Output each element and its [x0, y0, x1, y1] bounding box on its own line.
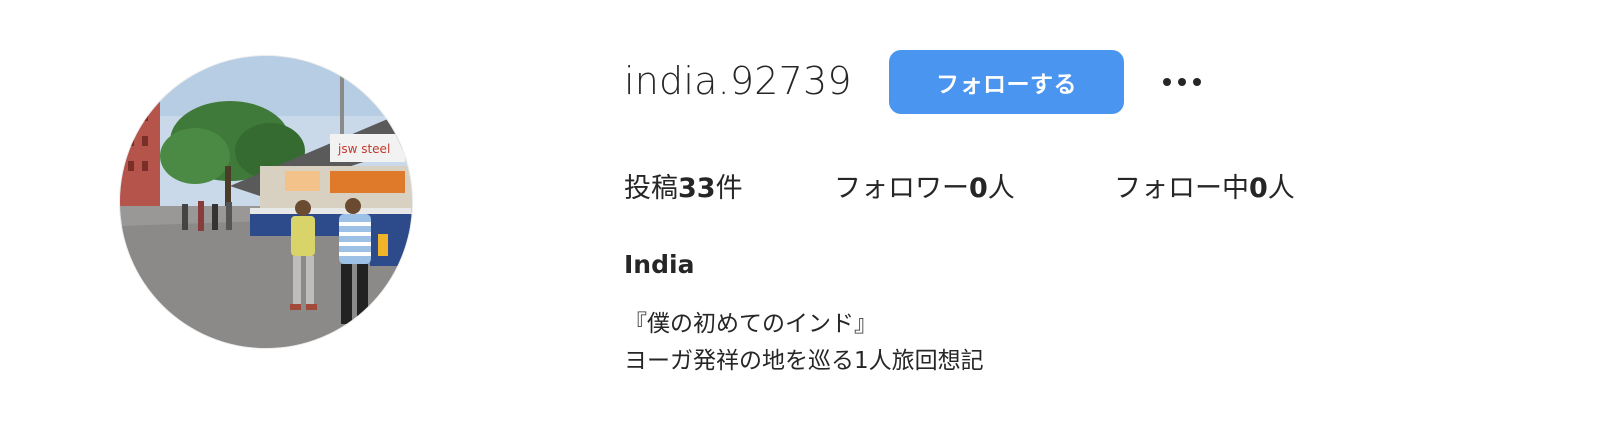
bio-line: ヨーガ発祥の地を巡る1人旅回想記	[624, 348, 984, 374]
avatar-photo: jsw steel	[120, 56, 412, 348]
followers-count: 0	[969, 173, 988, 204]
following-prefix: フォロー中	[1114, 173, 1249, 204]
posts-suffix: 件	[715, 173, 743, 204]
more-dot	[1193, 78, 1201, 86]
following-count: 0	[1249, 173, 1268, 204]
profile-full-name: India	[624, 250, 695, 279]
posts-count-stat: 投稿33件	[624, 170, 743, 208]
profile-username: india.92739	[624, 59, 852, 103]
more-options-icon[interactable]	[1156, 62, 1208, 102]
more-dot	[1178, 78, 1186, 86]
posts-prefix: 投稿	[624, 173, 678, 204]
svg-text:jsw steel: jsw steel	[337, 142, 390, 156]
follow-button[interactable]: フォローする	[889, 50, 1124, 114]
followers-prefix: フォロワー	[834, 173, 969, 204]
followers-count-stat[interactable]: フォロワー0人	[834, 170, 1015, 208]
posts-count: 33	[678, 173, 716, 204]
profile-avatar[interactable]: jsw steel	[120, 56, 412, 348]
following-suffix: 人	[1267, 173, 1295, 204]
following-count-stat[interactable]: フォロー中0人	[1114, 170, 1295, 208]
bio-line: 『僕の初めてのインド』	[624, 311, 877, 337]
more-dot	[1163, 78, 1171, 86]
followers-suffix: 人	[987, 173, 1015, 204]
